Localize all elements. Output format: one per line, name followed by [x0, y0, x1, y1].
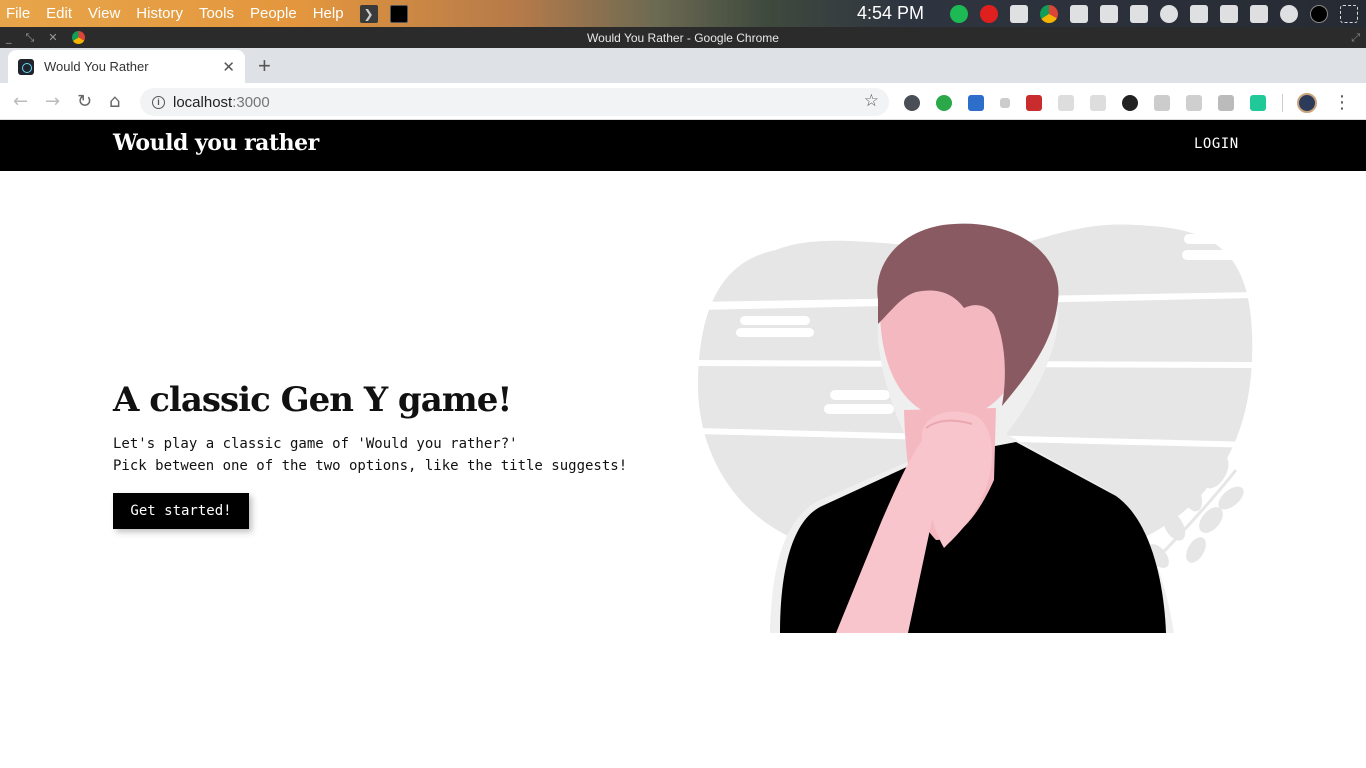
system-tray: 4:54 PM [857, 0, 1358, 27]
screen-icon[interactable] [1220, 4, 1238, 23]
forward-icon[interactable]: → [45, 91, 60, 112]
app-launcher-icon[interactable]: ❯ [359, 4, 378, 23]
os-menu-bar: File Edit View History Tools People Help… [0, 0, 1366, 27]
hero-description-line-1: Let's play a classic game of 'Would you … [113, 436, 518, 452]
reload-icon[interactable]: ↻ [77, 91, 92, 112]
cast-icon[interactable] [1340, 4, 1358, 23]
home-icon[interactable]: ⌂ [109, 91, 120, 112]
copy-icon[interactable] [1100, 4, 1118, 23]
github-icon[interactable] [1122, 95, 1138, 111]
window-title-bar: _ ⤡ ✕ Would You Rather - Google Chrome ⤢ [0, 27, 1366, 48]
hero-title: A classic Gen Y game! [113, 380, 512, 420]
spotify-icon[interactable] [950, 4, 968, 23]
bookmark-star-icon[interactable]: ☆ [864, 91, 879, 111]
menu-edit[interactable]: Edit [46, 5, 72, 22]
extension-d-icon[interactable] [936, 95, 952, 111]
menu-view[interactable]: View [88, 5, 120, 22]
tab-title: Would You Rather [44, 59, 149, 74]
os-app-menu: File Edit View History Tools People Help… [0, 0, 420, 27]
extension-i-icon[interactable] [1186, 95, 1202, 111]
menu-people[interactable]: People [250, 5, 297, 22]
opera-icon[interactable] [980, 4, 998, 23]
menu-file[interactable]: File [6, 5, 30, 22]
tab-would-you-rather[interactable]: Would You Rather ✕ [8, 50, 245, 83]
upload-icon[interactable] [1160, 4, 1178, 23]
url-host: localhost [173, 93, 233, 111]
address-bar[interactable]: i localhost:3000 ☆ [140, 88, 889, 116]
kebab-menu-icon[interactable]: ⋮ [1333, 94, 1351, 112]
terminal-icon[interactable] [389, 4, 408, 23]
menu-help[interactable]: Help [313, 5, 344, 22]
clock: 4:54 PM [856, 3, 924, 23]
display-icon[interactable] [1190, 4, 1208, 23]
page-viewport: Would you rather LOGIN A classic Gen Y g… [0, 120, 1366, 768]
window-icon[interactable] [1130, 4, 1148, 23]
window-expand-icon[interactable]: ⤢ [1351, 31, 1360, 45]
extension-w-icon[interactable] [904, 95, 920, 111]
chrome-icon[interactable] [1040, 4, 1058, 23]
extension-green-icon[interactable] [1250, 95, 1266, 111]
stats-icon[interactable] [1010, 4, 1028, 23]
extension-cloud-icon[interactable] [1090, 95, 1106, 111]
browser-toolbar: ← → ↻ ⌂ i localhost:3000 ☆ ⋮ [0, 83, 1366, 120]
extensions-row: ⋮ [904, 93, 1351, 113]
url-port: :3000 [232, 93, 270, 111]
login-link[interactable]: LOGIN [1194, 136, 1239, 152]
get-started-button[interactable]: Get started! [113, 493, 249, 529]
extension-tree-icon[interactable] [1058, 95, 1074, 111]
brand-logo[interactable]: Would you rather [113, 130, 319, 156]
drop-icon[interactable] [1280, 4, 1298, 23]
tab-strip: Would You Rather ✕ + [0, 48, 1366, 83]
site-info-icon[interactable]: i [152, 95, 165, 109]
extension-d-grey-icon[interactable] [1218, 95, 1234, 111]
new-tab-icon[interactable]: + [258, 53, 271, 79]
clipboard-icon[interactable] [1070, 4, 1088, 23]
hero-description-line-2: Pick between one of the two options, lik… [113, 458, 628, 474]
dark-mode-icon[interactable] [1310, 4, 1328, 23]
extension-red-icon[interactable] [1026, 95, 1042, 111]
back-icon[interactable]: ← [13, 91, 28, 112]
thinking-person-illustration [696, 223, 1256, 633]
site-navbar: Would you rather LOGIN [0, 120, 1366, 171]
extension-hand-icon[interactable] [1154, 95, 1170, 111]
extension-dots-icon[interactable] [1000, 98, 1010, 108]
react-favicon-icon [18, 58, 34, 75]
extension-download-icon[interactable] [968, 95, 984, 111]
tab-close-icon[interactable]: ✕ [222, 58, 235, 76]
window-title: Would You Rather - Google Chrome [587, 30, 779, 45]
battery-icon[interactable] [1250, 4, 1268, 23]
menu-history[interactable]: History [136, 5, 183, 22]
profile-avatar[interactable] [1297, 93, 1317, 113]
menu-tools[interactable]: Tools [199, 5, 234, 22]
toolbar-divider [1282, 94, 1283, 112]
